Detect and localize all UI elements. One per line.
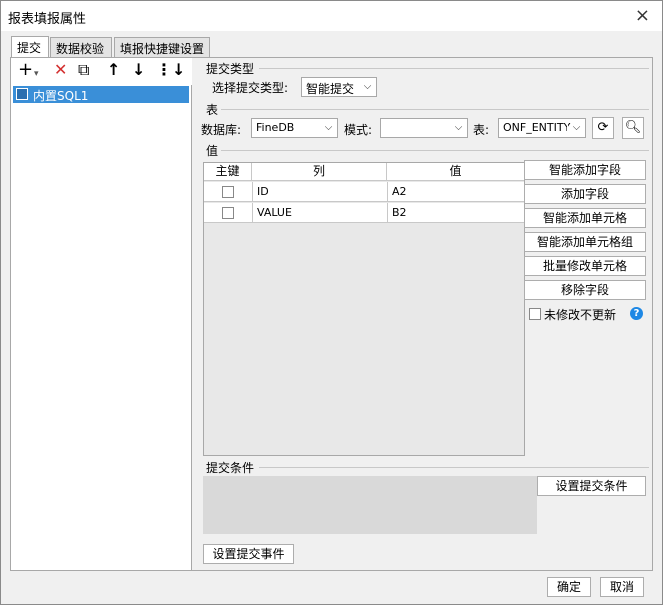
row-column-cell[interactable]: ID <box>252 182 387 202</box>
database-label: 数据库: <box>201 123 242 137</box>
primary-key-checkbox[interactable] <box>222 186 234 198</box>
condition-section-title: 提交条件 <box>206 461 255 475</box>
list-toolbar: + ▾ ✕ ⧉ ↑ ↓ ⋮↓ <box>11 58 192 85</box>
column-header-column: 列 <box>252 163 387 181</box>
copy-icon[interactable]: ⧉ <box>78 61 89 79</box>
row-value-cell[interactable]: A2 <box>387 182 524 202</box>
section-divider <box>259 68 649 69</box>
table-select[interactable]: ONF_ENTITY ⌵ <box>498 118 586 138</box>
no-update-checkbox[interactable] <box>529 308 541 320</box>
submit-type-select[interactable]: 智能提交 ⌵ <box>301 77 377 97</box>
help-icon[interactable]: ? <box>630 307 643 320</box>
move-down-icon[interactable]: ↓ <box>132 61 145 79</box>
no-update-label: 未修改不更新 <box>544 308 617 322</box>
move-up-icon[interactable]: ↑ <box>107 61 120 79</box>
tab-shortcut-settings[interactable]: 填报快捷键设置 <box>114 37 210 57</box>
set-submit-event-button[interactable]: 设置提交事件 <box>203 544 294 564</box>
title-bar: 报表填报属性 × <box>1 1 662 31</box>
schema-label: 模式: <box>344 123 373 137</box>
column-header-key: 主键 <box>204 163 252 181</box>
splitter-handle[interactable] <box>192 58 197 570</box>
table-section-title: 表 <box>206 103 219 117</box>
table-label: 表: <box>473 123 490 137</box>
close-icon[interactable]: × <box>635 5 650 26</box>
list-item-sql1[interactable]: 内置SQL1 <box>13 86 189 103</box>
refresh-icon[interactable]: ⟳ <box>592 117 614 139</box>
table-row[interactable]: VALUE B2 <box>204 203 524 223</box>
chevron-down-icon: ⌵ <box>358 78 376 96</box>
tab-submit[interactable]: 提交 <box>11 36 49 58</box>
submit-type-label: 选择提交类型: <box>212 81 289 95</box>
batch-edit-cell-button[interactable]: 批量修改单元格 <box>524 256 646 276</box>
section-divider <box>221 150 649 151</box>
list-item-label: 内置SQL1 <box>33 89 89 103</box>
set-condition-button[interactable]: 设置提交条件 <box>537 476 646 496</box>
ok-button[interactable]: 确定 <box>547 577 591 597</box>
chevron-down-icon: ⌵ <box>319 119 337 137</box>
smart-add-cell-group-button[interactable]: 智能添加单元格组 <box>524 232 646 252</box>
move-to-bottom-icon[interactable]: ⋮↓ <box>156 61 185 79</box>
submit-type-value: 智能提交 <box>306 82 355 96</box>
chevron-down-icon: ⌵ <box>449 119 467 137</box>
tab-panel: + ▾ ✕ ⧉ ↑ ↓ ⋮↓ 内置SQL1 提交类型 选择提交类型: 智能提交 … <box>10 57 653 571</box>
column-header-value: 值 <box>449 164 462 178</box>
schema-select[interactable]: ⌵ <box>380 118 468 138</box>
chevron-down-icon: ⌵ <box>567 119 585 137</box>
primary-key-checkbox[interactable] <box>222 207 234 219</box>
smart-add-field-button[interactable]: 智能添加字段 <box>524 160 646 180</box>
table-row[interactable]: ID A2 <box>204 182 524 202</box>
database-value: FineDB <box>256 121 295 134</box>
sql-table-icon <box>16 88 28 100</box>
table-header: 主键 列 值 <box>204 163 524 181</box>
row-column-cell[interactable]: VALUE <box>252 203 387 223</box>
preview-search-icon[interactable]: 🔍︎ <box>622 117 644 139</box>
section-divider <box>259 467 649 468</box>
delete-icon[interactable]: ✕ <box>54 61 67 79</box>
add-icon[interactable]: + <box>18 61 33 79</box>
field-value-table: 主键 列 值 ID A2 VALUE B2 <box>203 162 525 456</box>
sql-list-panel: + ▾ ✕ ⧉ ↑ ↓ ⋮↓ 内置SQL1 <box>11 58 192 570</box>
smart-add-cell-button[interactable]: 智能添加单元格 <box>524 208 646 228</box>
database-select[interactable]: FineDB ⌵ <box>251 118 338 138</box>
tab-data-validation[interactable]: 数据校验 <box>50 37 112 57</box>
row-value-cell[interactable]: B2 <box>387 203 524 223</box>
submit-type-section-title: 提交类型 <box>206 62 255 76</box>
value-section-title: 值 <box>206 144 219 158</box>
dialog-window: 报表填报属性 × 提交 数据校验 填报快捷键设置 + ▾ ✕ ⧉ ↑ ↓ ⋮↓ … <box>0 0 663 605</box>
add-field-button[interactable]: 添加字段 <box>524 184 646 204</box>
cancel-button[interactable]: 取消 <box>600 577 644 597</box>
chevron-down-icon[interactable]: ▾ <box>34 65 39 83</box>
remove-field-button[interactable]: 移除字段 <box>524 280 646 300</box>
table-value: ONF_ENTITY <box>503 121 571 134</box>
condition-display-area[interactable] <box>203 476 537 534</box>
section-divider <box>221 109 649 110</box>
dialog-title: 报表填报属性 <box>8 12 87 27</box>
